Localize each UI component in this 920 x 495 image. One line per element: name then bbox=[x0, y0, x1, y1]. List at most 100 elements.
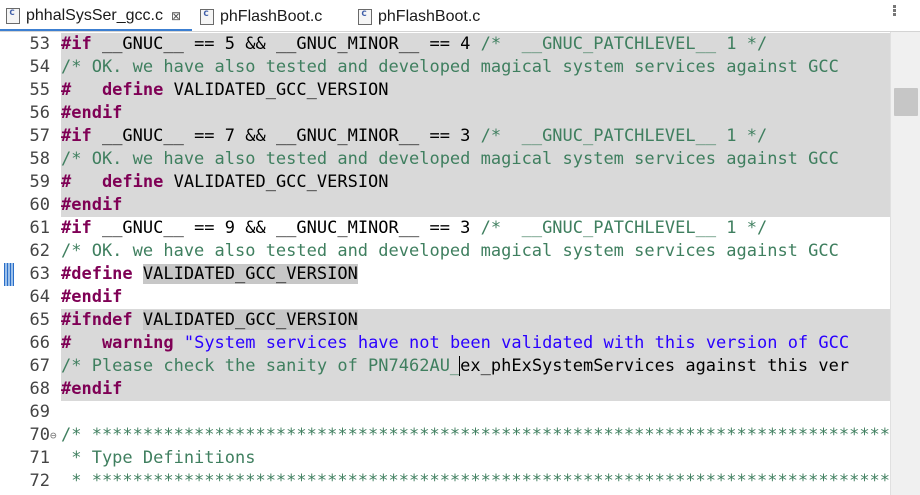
code-line[interactable]: 59 # define VALIDATED_GCC_VERSION bbox=[0, 171, 890, 194]
code-line[interactable]: 60 #endif bbox=[0, 194, 890, 217]
code-editor[interactable]: 53 #if __GNUC__ == 5 && __GNUC_MINOR__ ==… bbox=[0, 32, 890, 495]
code-text: * Type Definitions bbox=[61, 447, 890, 470]
line-number: 66 bbox=[29, 333, 50, 353]
code-token: # warning bbox=[61, 333, 174, 353]
code-token: /* OK. we have also tested and developed… bbox=[61, 149, 839, 169]
change-marker-icon bbox=[4, 263, 14, 286]
code-token: VALIDATED_GCC_VERSION bbox=[163, 80, 389, 100]
code-token: # define bbox=[61, 172, 164, 192]
code-text: #ifndef VALIDATED_GCC_VERSION bbox=[61, 309, 890, 332]
line-number: 65 bbox=[29, 310, 50, 330]
code-line[interactable]: 53 #if __GNUC__ == 5 && __GNUC_MINOR__ ==… bbox=[0, 33, 890, 56]
line-number: 55 bbox=[29, 80, 50, 100]
code-text: /* OK. we have also tested and developed… bbox=[61, 56, 890, 79]
line-number: 58 bbox=[29, 149, 50, 169]
line-number: 54 bbox=[29, 57, 50, 77]
code-token: #if bbox=[61, 126, 92, 146]
code-token: #endif bbox=[61, 379, 123, 399]
code-line[interactable]: 71 * Type Definitions bbox=[0, 447, 890, 470]
view-menu-icon[interactable] bbox=[886, 4, 902, 20]
code-token: VALIDATED_GCC_VERSION bbox=[142, 310, 358, 330]
code-token: /* __GNUC_PATCHLEVEL__ 1 */ bbox=[480, 34, 768, 54]
code-line[interactable]: 70 ⊖/* **********************************… bbox=[0, 424, 890, 447]
code-text: #define VALIDATED_GCC_VERSION bbox=[61, 263, 890, 286]
code-token: "System services have not been validated… bbox=[183, 333, 850, 353]
line-number: 71 bbox=[29, 448, 50, 468]
code-text: #if __GNUC__ == 5 && __GNUC_MINOR__ == 4… bbox=[61, 33, 890, 56]
tab-label: phFlashBoot.c bbox=[378, 8, 481, 25]
code-token: #if bbox=[61, 218, 92, 238]
close-tab-icon[interactable]: ⊠ bbox=[169, 9, 183, 23]
code-token: VALIDATED_GCC_VERSION bbox=[142, 264, 358, 284]
code-token: /* Please check the sanity of PN7462AU_ bbox=[61, 356, 461, 376]
c-file-icon bbox=[358, 8, 372, 25]
line-number: 57 bbox=[29, 126, 50, 146]
code-text: /* OK. we have also tested and developed… bbox=[61, 148, 890, 171]
code-token: /* __GNUC_PATCHLEVEL__ 1 */ bbox=[480, 218, 768, 238]
code-token: #ifndef bbox=[61, 310, 133, 330]
code-text: # define VALIDATED_GCC_VERSION bbox=[61, 171, 890, 194]
code-text: #endif bbox=[61, 378, 890, 401]
scrollbar-thumb[interactable] bbox=[894, 88, 918, 116]
code-text: /* OK. we have also tested and developed… bbox=[61, 240, 890, 263]
editor-tab-bar: phhalSysSer_gcc.c ⊠ phFlashBoot.c phFlas… bbox=[0, 0, 920, 32]
line-number: 70 bbox=[29, 425, 50, 445]
fold-collapse-icon[interactable]: ⊖ bbox=[50, 424, 57, 447]
vertical-scrollbar[interactable] bbox=[890, 32, 920, 495]
code-text: #endif bbox=[61, 286, 890, 309]
code-token: VALIDATED_GCC_VERSION bbox=[163, 172, 389, 192]
code-text: * **************************************… bbox=[61, 470, 890, 493]
code-text: # define VALIDATED_GCC_VERSION bbox=[61, 79, 890, 102]
code-line[interactable]: 62 /* OK. we have also tested and develop… bbox=[0, 240, 890, 263]
line-number: 61 bbox=[29, 218, 50, 238]
line-number: 68 bbox=[29, 379, 50, 399]
code-line[interactable]: 55 # define VALIDATED_GCC_VERSION bbox=[0, 79, 890, 102]
code-text: #endif bbox=[61, 194, 890, 217]
code-line[interactable]: 66 # warning "System services have not be… bbox=[0, 332, 890, 355]
code-token: ex_phExSystemServices against this ver bbox=[459, 356, 850, 376]
code-token: __GNUC__ == 7 && __GNUC_MINOR__ == 3 bbox=[91, 126, 481, 146]
code-line[interactable]: 72 * ***********************************… bbox=[0, 470, 890, 493]
code-token: /* *************************************… bbox=[61, 425, 890, 445]
tab-label: phhalSysSer_gcc.c bbox=[26, 7, 163, 24]
code-line[interactable]: 56 #endif bbox=[0, 102, 890, 125]
code-line[interactable]: 67 /* Please check the sanity of PN7462AU… bbox=[0, 355, 890, 378]
code-token: #endif bbox=[61, 195, 123, 215]
line-number: 63 bbox=[29, 264, 50, 284]
code-token: /* __GNUC_PATCHLEVEL__ 1 */ bbox=[480, 126, 768, 146]
line-number: 60 bbox=[29, 195, 50, 215]
line-number: 53 bbox=[29, 34, 50, 54]
line-number: 64 bbox=[29, 287, 50, 307]
tab-phhalsysser-gcc[interactable]: phhalSysSer_gcc.c ⊠ bbox=[0, 3, 192, 31]
c-file-icon bbox=[6, 7, 20, 24]
code-text: #if __GNUC__ == 7 && __GNUC_MINOR__ == 3… bbox=[61, 125, 890, 148]
code-line[interactable]: 57 #if __GNUC__ == 7 && __GNUC_MINOR__ ==… bbox=[0, 125, 890, 148]
line-number: 56 bbox=[29, 103, 50, 123]
code-line[interactable]: 65 #ifndef VALIDATED_GCC_VERSION bbox=[0, 309, 890, 332]
tab-phflashboot-2[interactable]: phFlashBoot.c bbox=[352, 3, 512, 31]
tab-phflashboot-1[interactable]: phFlashBoot.c bbox=[194, 3, 350, 31]
code-token: /* OK. we have also tested and developed… bbox=[61, 241, 839, 261]
code-line[interactable]: 61 #if __GNUC__ == 9 && __GNUC_MINOR__ ==… bbox=[0, 217, 890, 240]
code-line[interactable]: 54 /* OK. we have also tested and develop… bbox=[0, 56, 890, 79]
line-number: 62 bbox=[29, 241, 50, 261]
line-number: 67 bbox=[29, 356, 50, 376]
code-line[interactable]: 63 #define VALIDATED_GCC_VERSION bbox=[0, 263, 890, 286]
code-text: /* *************************************… bbox=[61, 424, 890, 447]
tab-label: phFlashBoot.c bbox=[220, 8, 323, 25]
code-token: #define bbox=[61, 264, 133, 284]
code-token: * Type Definitions bbox=[61, 448, 256, 468]
c-file-icon bbox=[200, 8, 214, 25]
line-number: 59 bbox=[29, 172, 50, 192]
code-token: __GNUC__ == 9 && __GNUC_MINOR__ == 3 bbox=[91, 218, 481, 238]
code-token: /* OK. we have also tested and developed… bbox=[61, 57, 839, 77]
code-line[interactable]: 64 #endif bbox=[0, 286, 890, 309]
line-number: 72 bbox=[29, 471, 50, 491]
code-line[interactable]: 68 #endif bbox=[0, 378, 890, 401]
code-line[interactable]: 58 /* OK. we have also tested and develop… bbox=[0, 148, 890, 171]
code-line[interactable]: 69 bbox=[0, 401, 890, 424]
